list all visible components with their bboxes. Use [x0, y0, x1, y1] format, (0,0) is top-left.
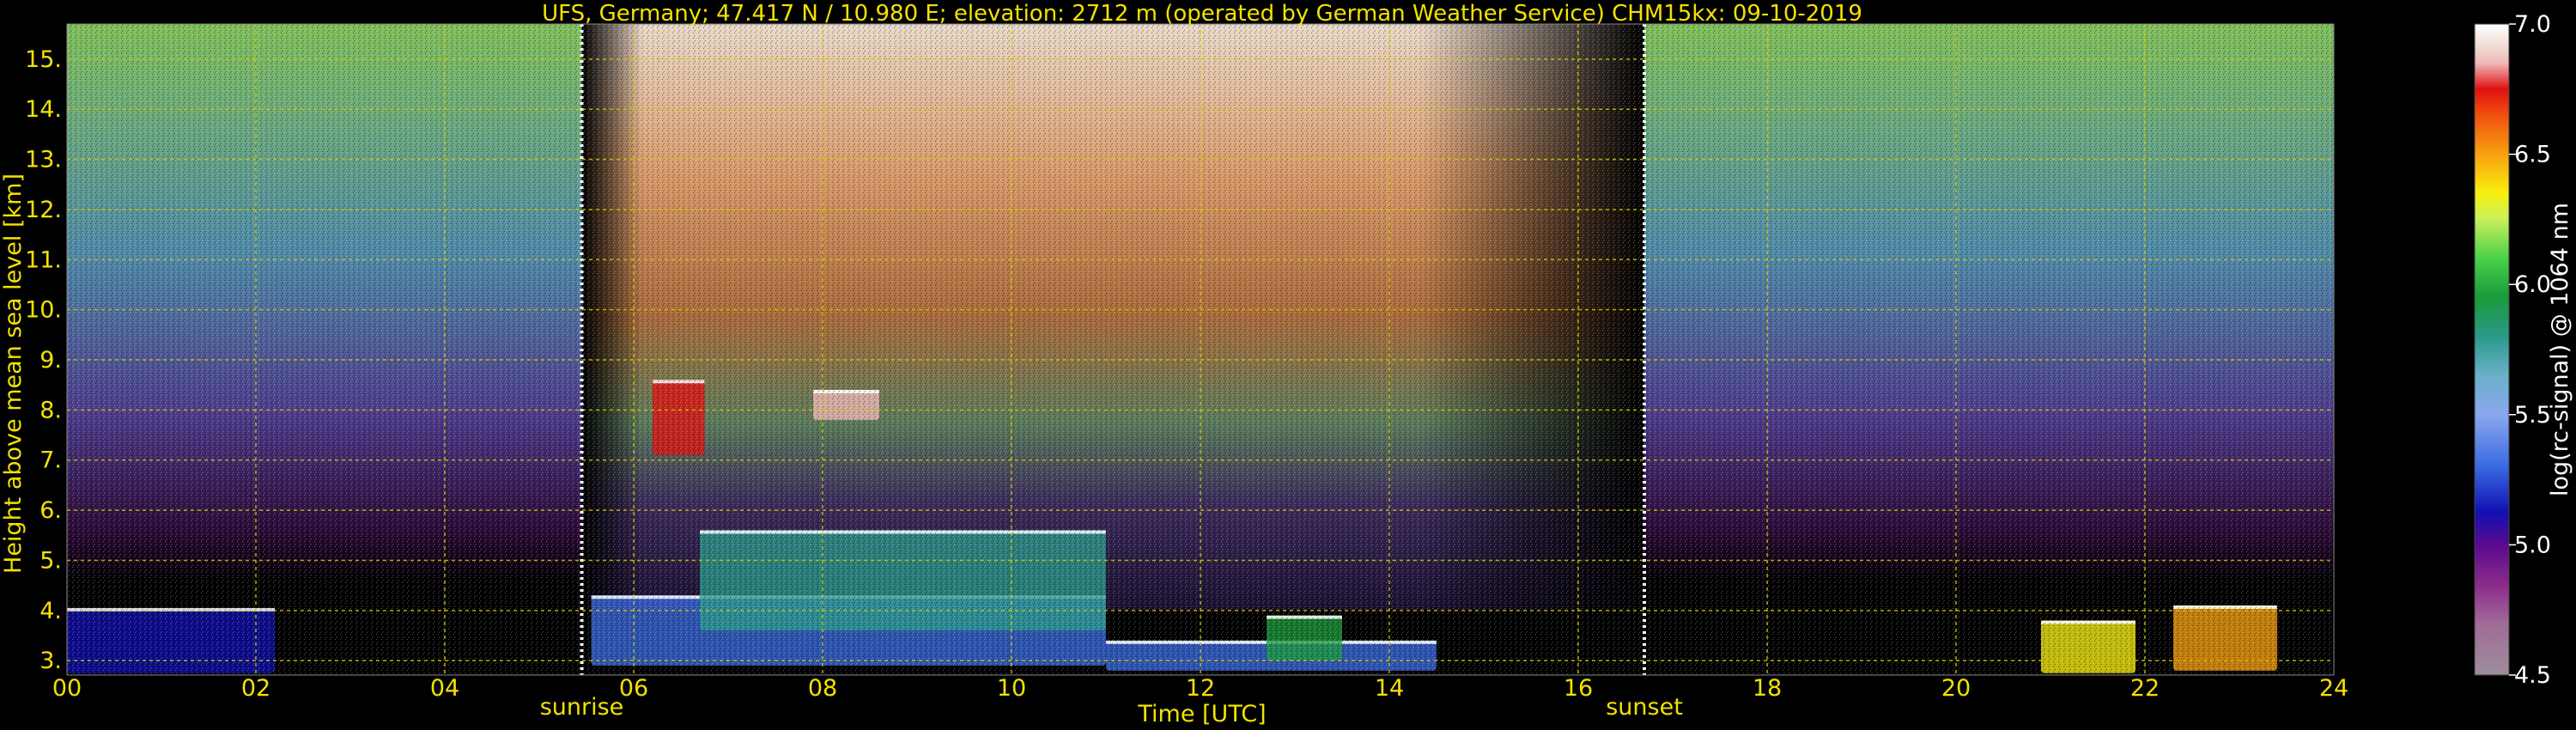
chart-title: UFS, Germany; 47.417 N / 10.980 E; eleva…	[542, 1, 1862, 27]
y-tick-label: 12.	[25, 197, 62, 223]
x-tick-label: 16	[1564, 675, 1593, 702]
y-tick-label: 4.	[39, 598, 62, 624]
y-tick-label: 13.	[25, 147, 62, 173]
x-tick-label: 18	[1753, 675, 1782, 702]
y-tick-label: 14.	[25, 96, 62, 123]
x-axis-ticks: 00 02 04 06 08 10 12 14 16 18 20 22 24	[52, 675, 2348, 702]
colorbar-tick-label: 6.0	[2514, 271, 2551, 298]
colorbar-label: log(rc-signal) @ 1064 nm	[2547, 203, 2573, 496]
y-tick-label: 5.	[39, 547, 62, 574]
x-tick-label: 00	[52, 675, 82, 702]
colorbar-tick-label: 5.5	[2514, 402, 2551, 429]
sunrise-label: sunrise	[540, 694, 624, 721]
x-axis-label: Time [UTC]	[1137, 701, 1266, 727]
y-tick-label: 9.	[39, 347, 62, 374]
x-tick-label: 22	[2130, 675, 2160, 702]
x-tick-label: 14	[1375, 675, 1404, 702]
x-tick-label: 12	[1186, 675, 1215, 702]
colorbar-tick-label: 5.0	[2514, 532, 2551, 558]
y-tick-label: 8.	[39, 397, 62, 423]
y-tick-label: 7.	[39, 447, 62, 474]
y-tick-label: 11.	[25, 246, 62, 273]
lidar-chart: sunrise sunset 00 02 04 06 08 10 12 14 16 18 20 22 24…	[0, 1, 2573, 727]
x-tick-label: 02	[241, 675, 270, 702]
colorbar-gradient	[2474, 23, 2510, 676]
x-tick-label: 04	[430, 675, 459, 702]
x-tick-label: 08	[808, 675, 837, 702]
colorbar-ticks: 4.5 5.0 5.5 6.0 6.5 7.0	[2509, 11, 2551, 689]
colorbar-tick-label: 4.5	[2514, 662, 2551, 689]
x-tick-label: 06	[619, 675, 648, 702]
y-axis-ticks: 3. 4. 5. 6. 7. 8. 9. 10. 11. 12. 13. 14. 15.	[25, 46, 62, 674]
colorbar-tick-label: 6.5	[2514, 142, 2551, 168]
sunset-label: sunset	[1606, 694, 1683, 721]
x-tick-label: 20	[1941, 675, 1971, 702]
x-tick-label: 10	[997, 675, 1026, 702]
x-tick-label: 24	[2319, 675, 2348, 702]
y-tick-label: 10.	[25, 297, 62, 324]
y-axis-label: Height above mean sea level [km]	[0, 173, 27, 574]
y-tick-label: 6.	[39, 497, 62, 524]
colorbar: 4.5 5.0 5.5 6.0 6.5 7.0 log(rc-signal) @ 1064…	[2474, 11, 2573, 689]
y-tick-label: 15.	[25, 46, 62, 73]
colorbar-tick-label: 7.0	[2514, 11, 2551, 38]
y-tick-label: 3.	[39, 648, 62, 674]
